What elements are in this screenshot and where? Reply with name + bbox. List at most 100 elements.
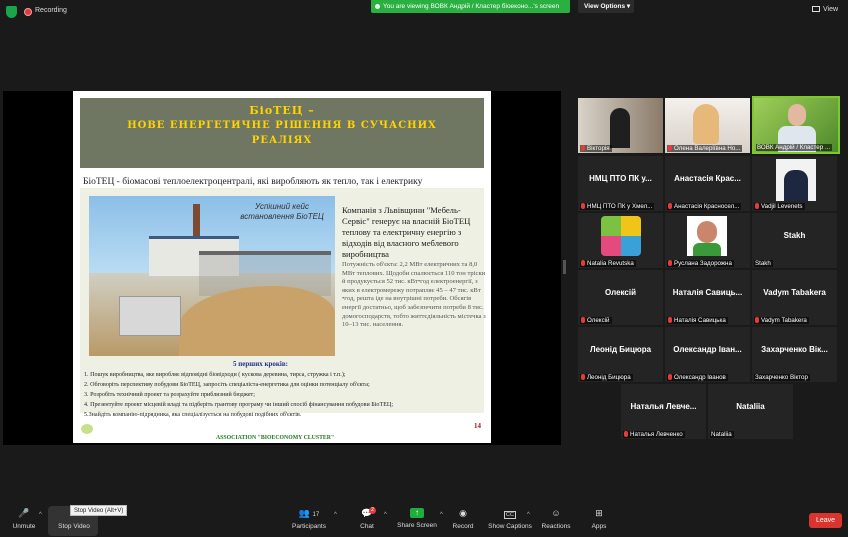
participant-display-name: Захарченко Вік... bbox=[761, 345, 828, 354]
participant-video bbox=[784, 170, 808, 201]
participant-tile[interactable]: Наталья Левче... Наталья Левченко bbox=[621, 384, 706, 439]
participant-tile[interactable]: Захарченко Вік... Захарченко Віктор bbox=[752, 327, 837, 382]
mic-muted-icon bbox=[755, 317, 759, 323]
participant-name: ВОВК Андрій / Кластер ... bbox=[756, 144, 833, 151]
share-screen-label: Share Screen bbox=[397, 522, 437, 529]
view-options-button[interactable]: View Options ▾ bbox=[578, 0, 634, 13]
participant-name: Vadjil Levenets bbox=[754, 203, 805, 210]
participant-avatar bbox=[697, 221, 717, 243]
participant-tile[interactable]: Stakh Stakh bbox=[752, 213, 837, 268]
viewing-screen-text: You are viewing ВОВК Андрій / Кластер бі… bbox=[383, 3, 560, 10]
association-footer: ASSOCIATION "BIOECONOMY CLUSTER" bbox=[216, 435, 335, 441]
participant-name: Леонід Бицюра bbox=[580, 374, 633, 381]
participant-name: Олександр Іванов bbox=[667, 374, 728, 381]
recording-icon bbox=[24, 8, 32, 16]
participant-tile[interactable]: Олена Валеріївна Но... bbox=[665, 98, 750, 153]
chat-label: Chat bbox=[360, 523, 374, 530]
participant-tile[interactable]: Анастасія Крас... Анастасія Красносел... bbox=[665, 156, 750, 211]
step-item: 4. Презентуйте проект місцевій владі та … bbox=[84, 402, 394, 408]
stop-video-tooltip: Stop Video (Alt+V) bbox=[70, 505, 128, 516]
participant-tile[interactable]: Леонід Бицюра Леонід Бицюра bbox=[578, 327, 663, 382]
chat-options-chevron-icon[interactable]: ^ bbox=[384, 512, 387, 518]
participant-display-name: Nataliia bbox=[736, 402, 765, 411]
participant-name: Наталья Левченко bbox=[623, 431, 685, 438]
participant-display-name: Stakh bbox=[783, 231, 806, 240]
participant-name: Руслана Задорожна bbox=[667, 260, 734, 267]
participants-button[interactable]: 👥 17 Participants bbox=[291, 508, 327, 530]
apps-icon: ⊞ bbox=[595, 508, 603, 518]
participants-icon: 👥 17 bbox=[298, 508, 320, 518]
participant-display-name: НМЦ ПТО ПК у... bbox=[589, 174, 652, 183]
participant-tile[interactable]: Олексій Олексій bbox=[578, 270, 663, 325]
chat-unread-badge: 2 bbox=[369, 507, 376, 514]
participant-display-name: Леонід Бицюра bbox=[589, 345, 652, 354]
mic-muted-icon bbox=[581, 145, 585, 151]
participant-tile[interactable]: Руслана Задорожна bbox=[665, 213, 750, 268]
viewing-dot-icon bbox=[375, 3, 380, 9]
reactions-label: Reactions bbox=[541, 523, 571, 530]
view-button[interactable]: View bbox=[812, 6, 838, 13]
recording-label: Recording bbox=[35, 7, 67, 14]
participant-tile[interactable]: Vadjil Levenets bbox=[752, 156, 837, 211]
mic-muted-icon bbox=[581, 317, 585, 323]
reactions-button[interactable]: ☺ Reactions bbox=[541, 508, 571, 530]
participant-tile[interactable]: Nataliia Nataliia bbox=[708, 384, 793, 439]
participant-tile[interactable]: Вікторія bbox=[578, 98, 663, 153]
participant-tile[interactable]: Vadym Tabakera Vadym Tabakera bbox=[752, 270, 837, 325]
show-captions-label: Show Captions bbox=[488, 523, 532, 530]
view-label: View bbox=[823, 6, 839, 13]
participant-name: Natalia Revutska bbox=[580, 260, 636, 267]
participant-name: Олексій bbox=[580, 317, 612, 324]
participant-tile[interactable]: Наталія Савиць... Наталія Савицька bbox=[665, 270, 750, 325]
participant-tile[interactable]: Natalia Revutska bbox=[578, 213, 663, 268]
participant-display-name: Наталья Левче... bbox=[630, 402, 697, 411]
unmute-label: Unmute bbox=[12, 523, 36, 530]
participant-name: Вікторія bbox=[580, 145, 612, 152]
participant-name: Анастасія Красносел... bbox=[667, 203, 742, 210]
unmute-button[interactable]: 🎤 Unmute bbox=[10, 508, 38, 530]
participant-video bbox=[788, 104, 806, 126]
participant-display-name: Анастасія Крас... bbox=[674, 174, 741, 183]
captions-options-chevron-icon[interactable]: ^ bbox=[527, 512, 530, 518]
slide-title-line1: БіоТЕЦ – bbox=[249, 104, 315, 117]
participants-label: Participants bbox=[292, 523, 326, 530]
audio-options-chevron-icon[interactable]: ^ bbox=[39, 512, 42, 518]
share-screen-button[interactable]: ↑ Share Screen bbox=[397, 508, 437, 529]
mic-muted-icon bbox=[624, 431, 628, 437]
viewing-screen-banner: You are viewing ВОВК Андрій / Кластер бі… bbox=[371, 0, 570, 13]
participant-name: Nataliia bbox=[710, 431, 734, 438]
record-icon: ◉ bbox=[459, 508, 467, 518]
presentation-slide: БіоТЕЦ – НОВЕ ЕНЕРГЕТИЧНЕ РІШЕННЯ В СУЧА… bbox=[73, 91, 491, 443]
step-item: 2. Обговоріть перспективу побудови БіоТЕ… bbox=[84, 382, 370, 388]
step-item: 5.Знайдіть компанію-підрядника, яка спец… bbox=[84, 412, 302, 418]
show-captions-button[interactable]: CC Show Captions bbox=[488, 508, 532, 530]
mic-muted-icon bbox=[668, 145, 672, 151]
slide-title-line2: НОВЕ ЕНЕРГЕТИЧНЕ РІШЕННЯ В СУЧАСНИХ bbox=[127, 120, 437, 131]
participant-tile[interactable]: Олександр Іван... Олександр Іванов bbox=[665, 327, 750, 382]
participant-name: Захарченко Віктор bbox=[754, 374, 810, 381]
leave-button[interactable]: Leave bbox=[809, 513, 842, 528]
power-description: Потужність об'єкта: 2,2 МВт електричних … bbox=[342, 261, 486, 329]
participant-avatar bbox=[601, 216, 641, 256]
participant-name: Stakh bbox=[754, 260, 773, 267]
participants-options-chevron-icon[interactable]: ^ bbox=[334, 512, 337, 518]
mic-muted-icon bbox=[581, 203, 585, 209]
share-options-chevron-icon[interactable]: ^ bbox=[440, 512, 443, 518]
cluster-logo-icon bbox=[81, 424, 93, 434]
stop-video-label: Stop Video bbox=[58, 523, 90, 530]
slide-title: БіоТЕЦ – НОВЕ ЕНЕРГЕТИЧНЕ РІШЕННЯ В СУЧА… bbox=[80, 103, 484, 148]
security-shield-icon[interactable] bbox=[6, 6, 17, 18]
step-item: 1. Пошук виробництва, яке виробляє відпо… bbox=[84, 372, 346, 378]
photo-caption: Успішний кейс встановлення БіоТЕЦ bbox=[240, 202, 324, 221]
participant-avatar bbox=[693, 243, 721, 256]
participant-tile[interactable]: НМЦ ПТО ПК у... НМЦ ПТО ПК у Хмел... bbox=[578, 156, 663, 211]
reactions-icon: ☺ bbox=[551, 508, 561, 518]
step-item: 3. Розробіть технічний проект та розраху… bbox=[84, 392, 255, 398]
apps-button[interactable]: ⊞ Apps bbox=[589, 508, 609, 530]
participant-tile-active-speaker[interactable]: ВОВК Андрій / Кластер ... bbox=[752, 96, 840, 154]
steps-title: 5 перших кроків: bbox=[233, 360, 288, 368]
apps-label: Apps bbox=[591, 523, 607, 530]
record-button[interactable]: ◉ Record bbox=[452, 508, 474, 530]
panel-resize-handle[interactable] bbox=[563, 260, 566, 274]
share-screen-icon: ↑ bbox=[410, 508, 424, 518]
